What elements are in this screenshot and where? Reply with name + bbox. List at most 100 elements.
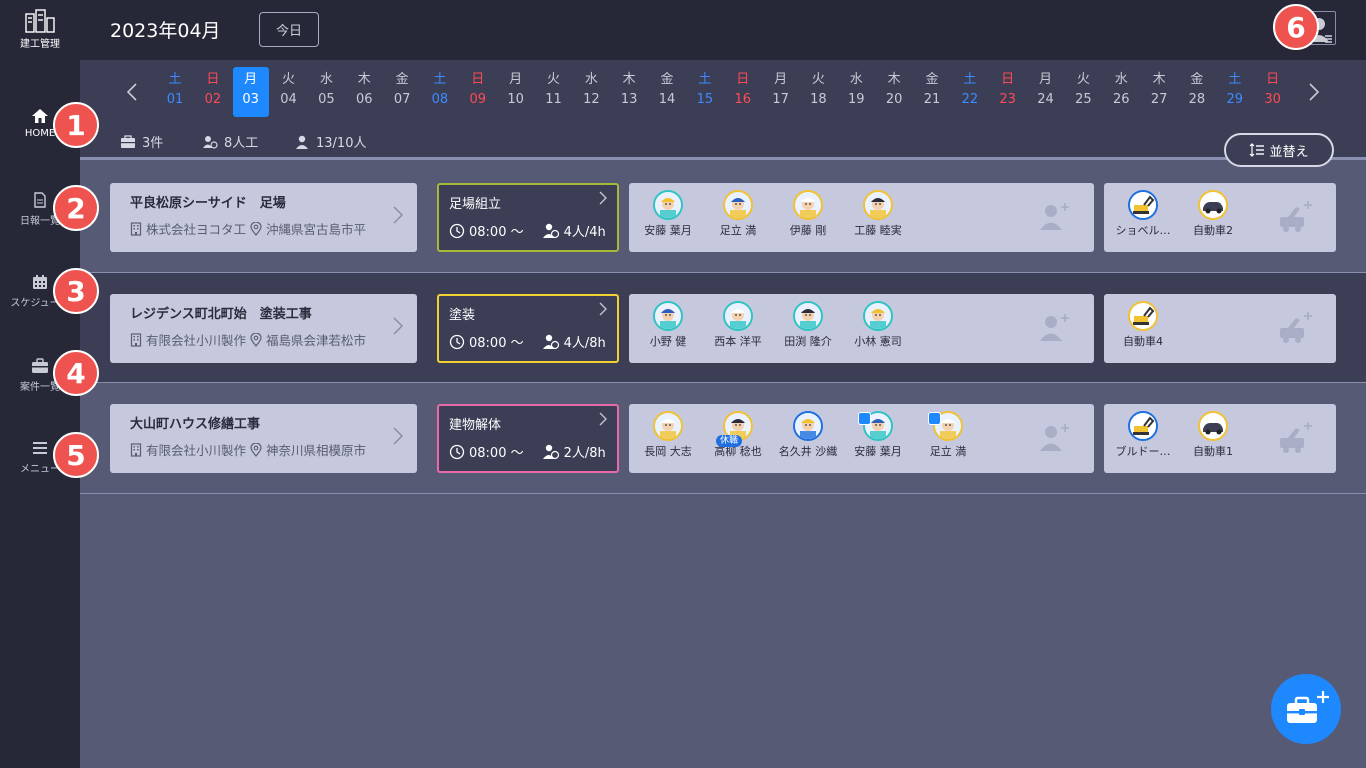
day-cell[interactable]: 日 02 <box>195 67 231 117</box>
day-cell[interactable]: 月 17 <box>763 67 799 117</box>
day-of-week: 水 <box>319 72 333 87</box>
day-number: 29 <box>1226 92 1244 108</box>
day-number: 09 <box>469 92 487 108</box>
briefcase-plus-icon <box>1287 691 1329 723</box>
day-cell[interactable]: 土 22 <box>952 67 988 117</box>
day-cell[interactable]: 水 12 <box>573 67 609 117</box>
day-number: 28 <box>1188 92 1206 108</box>
day-cell[interactable]: 月 10 <box>498 67 534 117</box>
add-equipment-icon[interactable] <box>1278 420 1314 458</box>
project-row: 平良松原シーサイド 足場 株式会社ヨコタ工 沖縄県宮古島市平 足場組立 08:00 ～ 4… <box>80 162 1366 273</box>
equipment-item[interactable]: 自動車1 <box>1178 411 1248 459</box>
day-cell[interactable]: 水 19 <box>838 67 874 117</box>
day-number: 05 <box>318 92 335 108</box>
day-cell[interactable]: 日 09 <box>460 67 496 117</box>
day-cell[interactable]: 土 08 <box>422 67 458 117</box>
day-cell[interactable]: 月 24 <box>1028 67 1064 117</box>
add-equipment-icon[interactable] <box>1278 310 1314 348</box>
worker[interactable]: 田渕 隆介 <box>773 301 843 349</box>
equipment-name: 自動車2 <box>1193 224 1233 237</box>
day-number: 20 <box>885 92 903 108</box>
day-cell[interactable]: 火 25 <box>1065 67 1101 117</box>
day-cell[interactable]: 土 15 <box>687 67 723 117</box>
worker[interactable]: 小林 憲司 <box>843 301 913 349</box>
worker[interactable]: 休職 高柳 稔也 <box>703 411 773 459</box>
worker-name: 小野 健 <box>649 335 687 348</box>
equipment-card: ショベル… 自動車2 <box>1104 183 1336 252</box>
day-number: 23 <box>999 92 1016 108</box>
add-worker-icon[interactable] <box>1038 201 1070 235</box>
equipment-item[interactable]: ブルドー… <box>1108 411 1178 459</box>
avatar <box>653 190 683 220</box>
add-equipment-icon[interactable] <box>1278 199 1314 237</box>
add-worker-icon[interactable] <box>1038 422 1070 456</box>
worker[interactable]: 伊藤 剛 <box>773 190 843 238</box>
day-cell[interactable]: 金 21 <box>914 67 950 117</box>
clock-icon <box>449 223 465 238</box>
app-logo[interactable]: 建工管理 <box>14 8 66 50</box>
task-meta: 08:00 ～ 2人/8h <box>449 442 606 461</box>
day-cell[interactable]: 水 05 <box>308 67 344 117</box>
equipment-item[interactable]: 自動車2 <box>1178 190 1248 238</box>
equipment-image <box>1128 301 1158 331</box>
worker[interactable]: 足立 満 <box>913 411 983 459</box>
task-card[interactable]: 建物解体 08:00 ～ 2人/8h <box>437 404 619 473</box>
day-cell[interactable]: 金 28 <box>1179 67 1215 117</box>
equipment-card: 自動車4 <box>1104 294 1336 363</box>
day-cell[interactable]: 木 13 <box>611 67 647 117</box>
clock-icon <box>449 444 465 459</box>
project-card[interactable]: 大山町ハウス修繕工事 有限会社小川製作 神奈川県相模原市 <box>110 404 417 473</box>
day-cell[interactable]: 木 27 <box>1141 67 1177 117</box>
worker-name: 安藤 葉月 <box>644 224 692 237</box>
worker[interactable]: 名久井 沙織 <box>773 411 843 459</box>
worker[interactable]: 西本 洋平 <box>703 301 773 349</box>
day-cell[interactable]: 木 06 <box>346 67 382 117</box>
worker[interactable]: 足立 満 <box>703 190 773 238</box>
equipment-image <box>1128 411 1158 441</box>
sort-button[interactable]: 並替え <box>1224 133 1334 167</box>
day-cell[interactable]: 金 14 <box>649 67 685 117</box>
equipment-name: 自動車1 <box>1193 445 1233 458</box>
day-cell[interactable]: 火 11 <box>536 67 572 117</box>
task-card[interactable]: 塗装 08:00 ～ 4人/8h <box>437 294 619 363</box>
worker-name: 伊藤 剛 <box>789 224 827 237</box>
day-cell[interactable]: 木 20 <box>876 67 912 117</box>
day-cell[interactable]: 土 29 <box>1217 67 1253 117</box>
day-cell[interactable]: 火 18 <box>800 67 836 117</box>
day-of-week: 水 <box>1114 72 1128 87</box>
project-card[interactable]: 平良松原シーサイド 足場 株式会社ヨコタ工 沖縄県宮古島市平 <box>110 183 417 252</box>
day-cell[interactable]: 日 23 <box>990 67 1026 117</box>
day-cell[interactable]: 日 30 <box>1255 67 1291 117</box>
next-month-icon[interactable] <box>1302 78 1326 106</box>
worker[interactable]: 安藤 葉月 <box>843 411 913 459</box>
task-time: 08:00 ～ <box>469 225 524 240</box>
task-time: 08:00 ～ <box>469 336 524 351</box>
day-number: 10 <box>507 92 524 108</box>
equipment-item[interactable]: ショベル… <box>1108 190 1178 238</box>
day-cell[interactable]: 水 26 <box>1103 67 1139 117</box>
day-cell[interactable]: 月 03 <box>232 67 269 117</box>
day-cell[interactable]: 土 01 <box>157 67 193 117</box>
day-number: 18 <box>810 92 827 108</box>
project-address: 神奈川県相模原市 <box>266 443 367 458</box>
chevron-right-icon <box>599 302 607 320</box>
worker[interactable]: 小野 健 <box>633 301 703 349</box>
worker[interactable]: 工藤 睦実 <box>843 190 913 238</box>
equipment-item[interactable]: 自動車4 <box>1108 301 1178 349</box>
day-cell[interactable]: 火 04 <box>271 67 307 117</box>
worker-name: 足立 満 <box>719 224 757 237</box>
day-number: 25 <box>1075 92 1092 108</box>
task-card[interactable]: 足場組立 08:00 ～ 4人/4h <box>437 183 619 252</box>
today-button[interactable]: 今日 <box>259 12 319 47</box>
add-project-button[interactable] <box>1271 674 1341 744</box>
worker[interactable]: 安藤 葉月 <box>633 190 703 238</box>
day-cell[interactable]: 金 07 <box>384 67 420 117</box>
day-number: 24 <box>1037 92 1054 108</box>
project-card[interactable]: レジデンス町北町始 塗装工事 有限会社小川製作 福島県会津若松市 <box>110 294 417 363</box>
prev-month-icon[interactable] <box>120 78 144 106</box>
day-cell[interactable]: 日 16 <box>725 67 761 117</box>
add-worker-icon[interactable] <box>1038 312 1070 346</box>
leave-status-badge: 休職 <box>716 435 743 447</box>
day-number: 16 <box>734 92 752 108</box>
worker[interactable]: 長岡 大志 <box>633 411 703 459</box>
